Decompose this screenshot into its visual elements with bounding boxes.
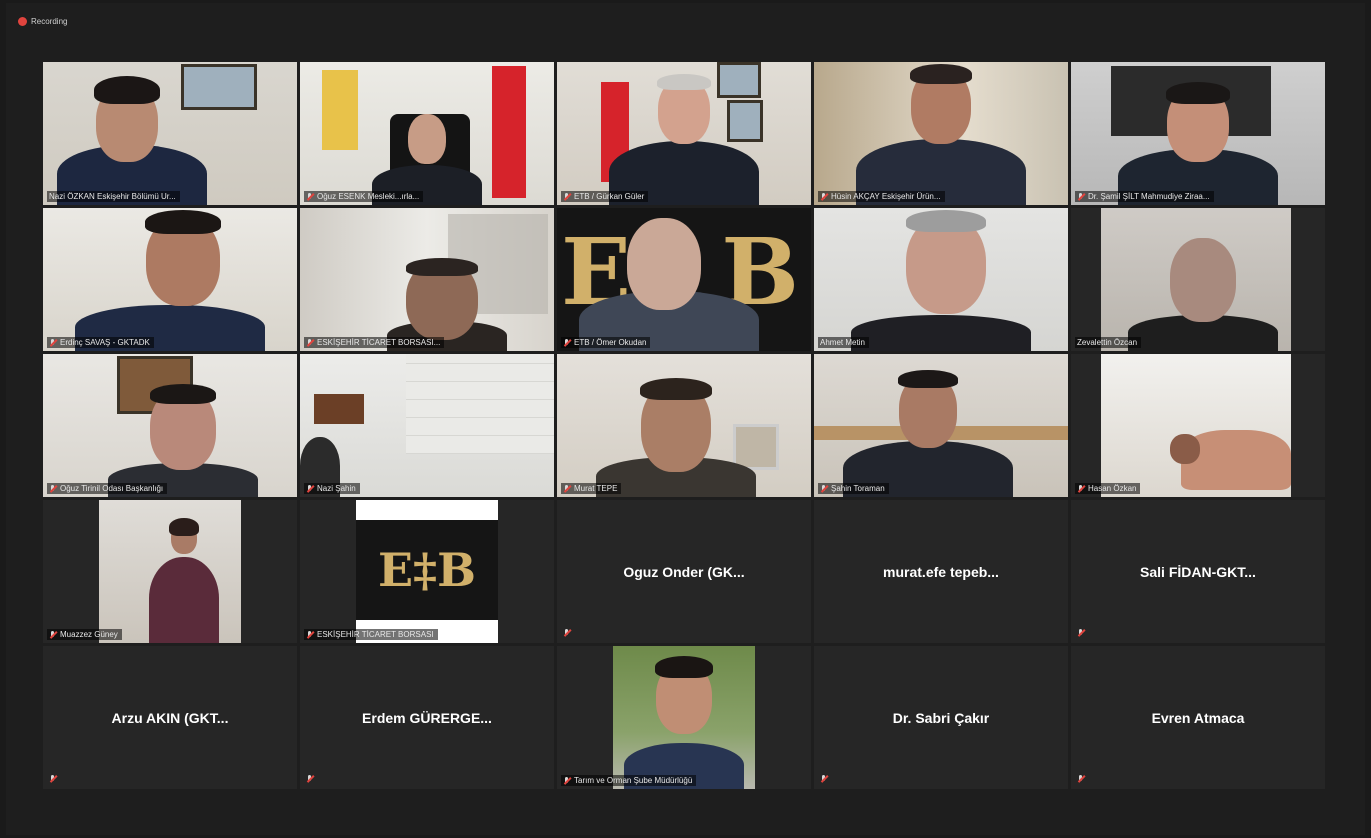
participant-gallery: Nazi ÖZKAN Eskişehir Bölümü Ur... Oğuz E… xyxy=(43,62,1325,789)
participant-video xyxy=(43,354,297,497)
muted-mic-icon xyxy=(1077,629,1085,637)
participant-video xyxy=(557,354,811,497)
participant-tile[interactable]: Arzu AKIN (GKT... xyxy=(43,646,297,789)
participant-name: ESKİŞEHİR TİCARET BORSASI xyxy=(304,629,438,640)
participant-video xyxy=(43,62,297,205)
participant-tile[interactable]: murat.efe tepeb... xyxy=(814,500,1068,643)
participant-name: Nazi ÖZKAN Eskişehir Bölümü Ur... xyxy=(47,191,180,202)
participant-tile[interactable]: Erdinç SAVAŞ - GKTADK xyxy=(43,208,297,351)
participant-name: Oguz Onder (GK... xyxy=(623,563,745,580)
muted-mic-icon xyxy=(820,192,828,201)
participant-video xyxy=(43,208,297,351)
participant-tile[interactable]: Nazi Şahin xyxy=(300,354,554,497)
participant-video xyxy=(99,500,241,643)
participant-name: Erdinç SAVAŞ - GKTADK xyxy=(47,337,154,348)
muted-mic-icon xyxy=(306,630,314,639)
participant-tile[interactable]: ETB / Gürkan Güler xyxy=(557,62,811,205)
participant-name: Oğuz Tirinil Odası Başkanlığı xyxy=(47,483,168,494)
participant-tile[interactable]: Erdem GÜRERGE... xyxy=(300,646,554,789)
muted-mic-icon xyxy=(563,484,571,493)
muted-mic-icon xyxy=(563,776,571,785)
muted-mic-icon xyxy=(306,484,314,493)
participant-video xyxy=(557,62,811,205)
participant-name: Hüsin AKÇAY Eskişehir Ürün... xyxy=(818,191,945,202)
participant-name: Ahmet Metin xyxy=(818,337,869,348)
muted-mic-icon xyxy=(1077,192,1085,201)
participant-name: Nazi Şahin xyxy=(304,483,360,494)
muted-mic-icon xyxy=(820,775,828,783)
participant-tile[interactable]: Nazi ÖZKAN Eskişehir Bölümü Ur... xyxy=(43,62,297,205)
participant-name: Tarım ve Orman Şube Müdürlüğü xyxy=(561,775,697,786)
participant-tile[interactable]: Oguz Onder (GK... xyxy=(557,500,811,643)
muted-mic-icon xyxy=(563,192,571,201)
participant-tile[interactable]: Oğuz Tirinil Odası Başkanlığı xyxy=(43,354,297,497)
participant-video xyxy=(613,646,755,789)
muted-mic-icon xyxy=(1077,775,1085,783)
participant-name: ESKİŞEHİR TİCARET BORSASI... xyxy=(304,337,445,348)
participant-name: ETB / Gürkan Güler xyxy=(561,191,649,202)
participant-tile[interactable]: Ahmet Metin xyxy=(814,208,1068,351)
participant-tile[interactable]: Dr. Şamil ŞİLT Mahmudiye Ziraa... xyxy=(1071,62,1325,205)
participant-tile[interactable]: Muazzez Güney xyxy=(43,500,297,643)
participant-video xyxy=(300,354,554,497)
participant-video xyxy=(814,208,1068,351)
recording-icon xyxy=(18,16,27,26)
participant-name: Erdem GÜRERGE... xyxy=(362,709,492,726)
muted-mic-icon xyxy=(306,338,314,347)
participant-tile[interactable]: E‡B ESKİŞEHİR TİCARET BORSASI xyxy=(300,500,554,643)
participant-tile[interactable]: Evren Atmaca xyxy=(1071,646,1325,789)
etb-logo: E‡B xyxy=(356,520,498,620)
muted-mic-icon xyxy=(563,338,571,347)
participant-name: Zevalettin Özcan xyxy=(1075,337,1142,348)
muted-mic-icon xyxy=(306,192,314,201)
muted-mic-icon xyxy=(49,775,57,783)
participant-name: Arzu AKIN (GKT... xyxy=(111,709,229,726)
participant-name: Oğuz ESENK Mesleki...ırla... xyxy=(304,191,424,202)
participant-tile[interactable]: Oğuz ESENK Mesleki...ırla... xyxy=(300,62,554,205)
participant-name: Şahin Toraman xyxy=(818,483,889,494)
participant-name: murat.efe tepeb... xyxy=(883,563,999,580)
participant-tile[interactable]: Hasan Özkan xyxy=(1071,354,1325,497)
participant-video xyxy=(1071,208,1325,351)
participant-name: Dr. Sabri Çakır xyxy=(892,709,990,726)
muted-mic-icon xyxy=(49,338,57,347)
participant-video xyxy=(814,62,1068,205)
participant-tile[interactable]: Sali FİDAN-GKT... xyxy=(1071,500,1325,643)
muted-mic-icon xyxy=(1077,484,1085,493)
participant-name: Hasan Özkan xyxy=(1075,483,1141,494)
recording-indicator[interactable]: Recording xyxy=(18,14,67,28)
participant-name: Murat TEPE xyxy=(561,483,622,494)
participant-name: Sali FİDAN-GKT... xyxy=(1140,563,1256,580)
participant-tile[interactable]: Tarım ve Orman Şube Müdürlüğü xyxy=(557,646,811,789)
participant-tile[interactable]: Murat TEPE xyxy=(557,354,811,497)
muted-mic-icon xyxy=(820,484,828,493)
participant-video xyxy=(1071,62,1325,205)
participant-tile[interactable]: Hüsin AKÇAY Eskişehir Ürün... xyxy=(814,62,1068,205)
participant-name: ETB / Ömer Okudan xyxy=(561,337,651,348)
muted-mic-icon xyxy=(49,630,57,639)
participant-video xyxy=(1071,354,1325,497)
participant-tile[interactable]: E B ETB / Ömer Okudan xyxy=(557,208,811,351)
muted-mic-icon xyxy=(563,629,571,637)
participant-tile[interactable]: Şahin Toraman xyxy=(814,354,1068,497)
participant-name: Dr. Şamil ŞİLT Mahmudiye Ziraa... xyxy=(1075,191,1214,202)
participant-video xyxy=(814,354,1068,497)
participant-tile[interactable]: Zevalettin Özcan xyxy=(1071,208,1325,351)
participant-video: E‡B xyxy=(356,500,498,643)
participant-tile[interactable]: Dr. Sabri Çakır xyxy=(814,646,1068,789)
muted-mic-icon xyxy=(49,484,57,493)
participant-video xyxy=(300,208,554,351)
recording-label: Recording xyxy=(31,16,68,26)
muted-mic-icon xyxy=(306,775,314,783)
participant-video: E B xyxy=(557,208,811,351)
participant-name: Evren Atmaca xyxy=(1151,709,1245,726)
participant-name: Muazzez Güney xyxy=(47,629,122,640)
participant-tile[interactable]: ESKİŞEHİR TİCARET BORSASI... xyxy=(300,208,554,351)
participant-video xyxy=(300,62,554,205)
